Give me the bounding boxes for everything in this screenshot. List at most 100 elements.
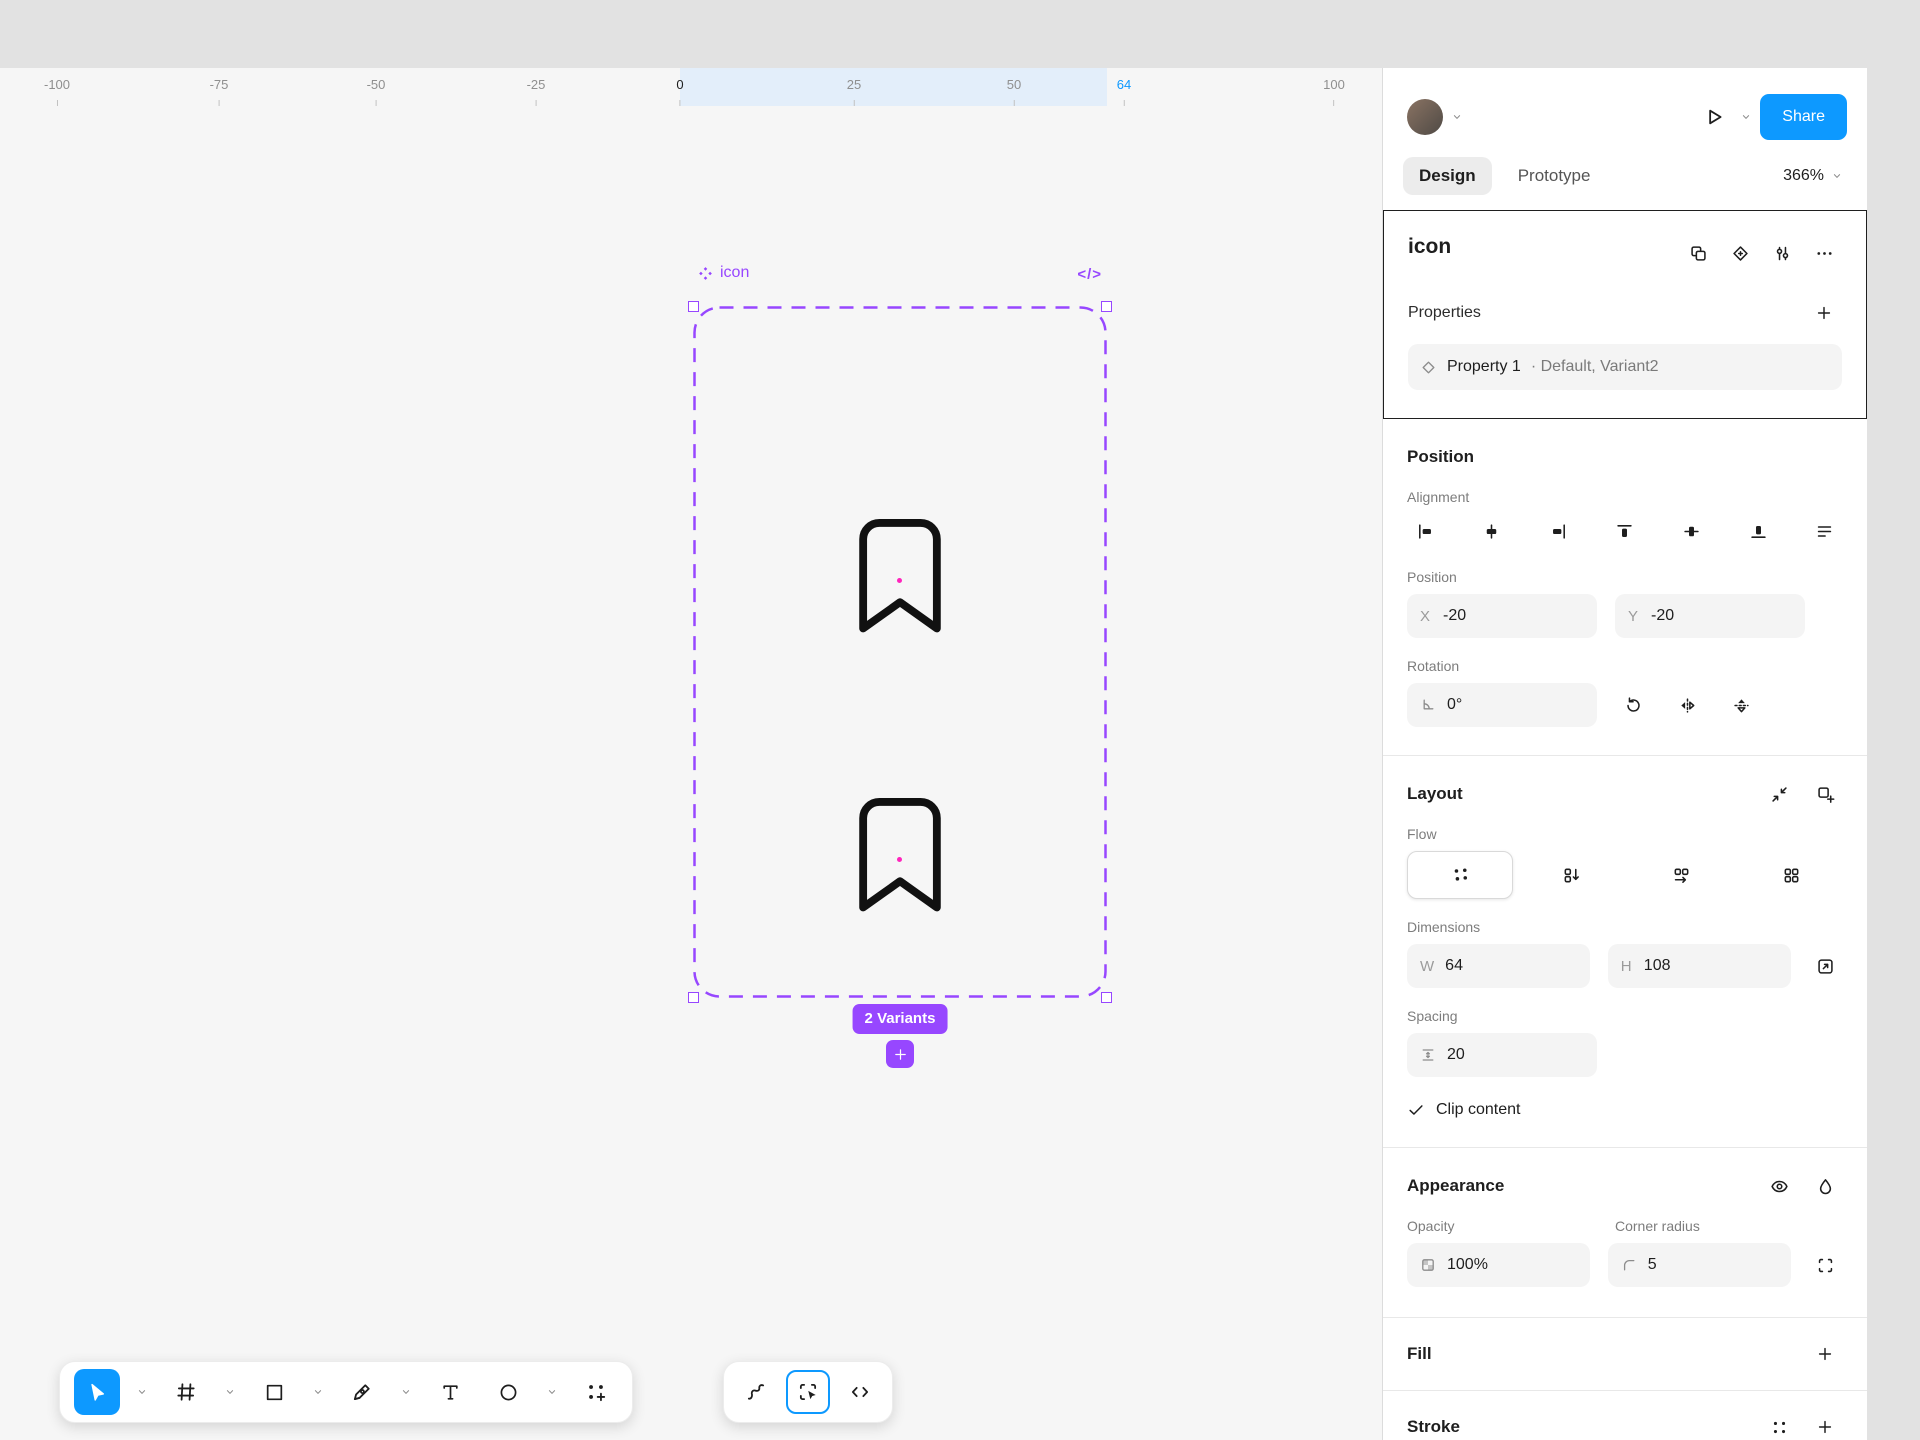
add-variant-button[interactable] bbox=[886, 1040, 914, 1068]
swap-instance-button[interactable] bbox=[1680, 235, 1716, 271]
align-top-button[interactable] bbox=[1607, 513, 1643, 549]
tidy-up-button[interactable] bbox=[1807, 513, 1843, 549]
resize-handle[interactable] bbox=[1101, 301, 1112, 312]
tab-design[interactable]: Design bbox=[1403, 157, 1492, 195]
align-horizontal-center-button[interactable] bbox=[1474, 513, 1510, 549]
clip-content-row[interactable]: Clip content bbox=[1407, 1101, 1843, 1119]
inspect-icon bbox=[797, 1381, 819, 1403]
spacing-value: 20 bbox=[1447, 1046, 1465, 1064]
flip-vertical-button[interactable] bbox=[1723, 687, 1759, 723]
align-right-button[interactable] bbox=[1540, 513, 1576, 549]
component-config-card: icon Properties bbox=[1383, 210, 1867, 419]
resize-handle[interactable] bbox=[1101, 992, 1112, 1003]
shape-tools-menu-button[interactable] bbox=[310, 1386, 326, 1398]
inspect-mode-button[interactable] bbox=[786, 1370, 830, 1414]
ellipse-tool-icon bbox=[498, 1382, 519, 1403]
resize-handle[interactable] bbox=[688, 992, 699, 1003]
layout-grid-plus-icon bbox=[1816, 785, 1835, 804]
properties-label: Properties bbox=[1408, 304, 1481, 322]
flow-horizontal-button[interactable] bbox=[1629, 851, 1733, 899]
resize-handle[interactable] bbox=[688, 301, 699, 312]
flow-wrap-button[interactable] bbox=[1739, 851, 1843, 899]
text-tool-button[interactable] bbox=[428, 1370, 472, 1414]
pen-tools-menu-button[interactable] bbox=[398, 1386, 414, 1398]
draw-annotate-button[interactable] bbox=[734, 1370, 778, 1414]
chevron-down-icon[interactable] bbox=[1740, 111, 1752, 123]
chevron-down-icon bbox=[546, 1386, 558, 1398]
pen-tool-button[interactable] bbox=[340, 1370, 384, 1414]
y-position-input[interactable]: Y -20 bbox=[1615, 594, 1805, 638]
rectangle-tool-icon bbox=[264, 1382, 285, 1403]
frame-tool-button[interactable] bbox=[164, 1370, 208, 1414]
dev-mode-button[interactable] bbox=[838, 1370, 882, 1414]
rotate-90-button[interactable] bbox=[1615, 687, 1651, 723]
align-left-button[interactable] bbox=[1407, 513, 1443, 549]
rotation-input[interactable]: 0° bbox=[1407, 683, 1597, 727]
draw-icon bbox=[745, 1381, 767, 1403]
layout-grid-plus-button[interactable] bbox=[1807, 776, 1843, 812]
ellipse-tools-menu-button[interactable] bbox=[544, 1386, 560, 1398]
adjust-button[interactable] bbox=[1764, 235, 1800, 271]
align-bottom-button[interactable] bbox=[1740, 513, 1776, 549]
y-value: -20 bbox=[1651, 607, 1674, 625]
corner-radius-label: Corner radius bbox=[1615, 1218, 1805, 1234]
property-row[interactable]: Property 1 · Default, Variant2 bbox=[1408, 344, 1842, 390]
chevron-down-icon bbox=[224, 1386, 236, 1398]
add-fill-button[interactable] bbox=[1807, 1336, 1843, 1372]
component-config-button[interactable] bbox=[1722, 235, 1758, 271]
component-set-label[interactable]: icon bbox=[698, 264, 749, 282]
tidy-up-icon bbox=[1815, 522, 1834, 541]
frame-tool-menu-button[interactable] bbox=[222, 1386, 238, 1398]
actions-button[interactable] bbox=[574, 1370, 618, 1414]
independent-corners-button[interactable] bbox=[1809, 1247, 1843, 1283]
ruler-tick: -100 bbox=[44, 68, 70, 106]
clip-content-checkbox[interactable] bbox=[1407, 1101, 1425, 1119]
flow-label: Flow bbox=[1407, 826, 1843, 842]
h-label: H bbox=[1621, 958, 1633, 975]
variants-count-badge[interactable]: 2 Variants bbox=[853, 1004, 948, 1034]
ruler-tick: 100 bbox=[1323, 68, 1345, 106]
share-button[interactable]: Share bbox=[1760, 94, 1847, 140]
add-stroke-button[interactable] bbox=[1807, 1409, 1843, 1440]
layout-heading: Layout bbox=[1407, 784, 1463, 804]
width-input[interactable]: W 64 bbox=[1407, 944, 1590, 988]
property-values: · Default, Variant2 bbox=[1531, 358, 1659, 376]
opacity-input[interactable]: 100% bbox=[1407, 1243, 1590, 1287]
spacing-input[interactable]: 20 bbox=[1407, 1033, 1597, 1077]
more-options-button[interactable] bbox=[1806, 235, 1842, 271]
bookmark-variant-default[interactable] bbox=[833, 509, 967, 643]
corner-radius-input[interactable]: 5 bbox=[1608, 1243, 1791, 1287]
ruler-tick-origin: 0 bbox=[676, 68, 683, 106]
chevron-down-icon[interactable] bbox=[1451, 111, 1463, 123]
ellipse-tool-button[interactable] bbox=[486, 1370, 530, 1414]
property-name: Property 1 bbox=[1447, 358, 1521, 376]
bookmark-variant-2[interactable] bbox=[833, 788, 967, 922]
present-button[interactable] bbox=[1696, 99, 1732, 135]
visibility-button[interactable] bbox=[1761, 1168, 1797, 1204]
move-tool-button[interactable] bbox=[74, 1369, 120, 1415]
rectangle-tool-button[interactable] bbox=[252, 1370, 296, 1414]
zoom-control[interactable]: 366% bbox=[1783, 167, 1843, 185]
x-position-input[interactable]: X -20 bbox=[1407, 594, 1597, 638]
resize-to-fit-button[interactable] bbox=[1761, 776, 1797, 812]
chevron-down-icon bbox=[312, 1386, 324, 1398]
independent-corners-icon bbox=[1816, 1256, 1835, 1275]
shrink-icon bbox=[1770, 785, 1789, 804]
tab-prototype[interactable]: Prototype bbox=[1518, 166, 1591, 186]
flow-free-button[interactable] bbox=[1407, 851, 1513, 899]
blend-mode-button[interactable] bbox=[1807, 1168, 1843, 1204]
align-vertical-center-button[interactable] bbox=[1674, 513, 1710, 549]
height-input[interactable]: H 108 bbox=[1608, 944, 1791, 988]
flow-vertical-button[interactable] bbox=[1519, 851, 1623, 899]
flip-horizontal-button[interactable] bbox=[1669, 687, 1705, 723]
add-property-button[interactable] bbox=[1806, 295, 1842, 331]
move-tool-menu-button[interactable] bbox=[134, 1386, 150, 1398]
avatar[interactable] bbox=[1407, 99, 1443, 135]
frame-dev-mode-toggle[interactable]: </> bbox=[1077, 266, 1102, 283]
align-bottom-icon bbox=[1749, 522, 1768, 541]
align-top-icon bbox=[1615, 522, 1634, 541]
adjust-size-button[interactable] bbox=[1809, 948, 1843, 984]
canvas[interactable]: -100 -75 -50 -25 0 25 50 64 100 icon </>… bbox=[0, 68, 1382, 1440]
align-vertical-center-icon bbox=[1682, 522, 1701, 541]
stroke-styles-button[interactable] bbox=[1761, 1409, 1797, 1440]
